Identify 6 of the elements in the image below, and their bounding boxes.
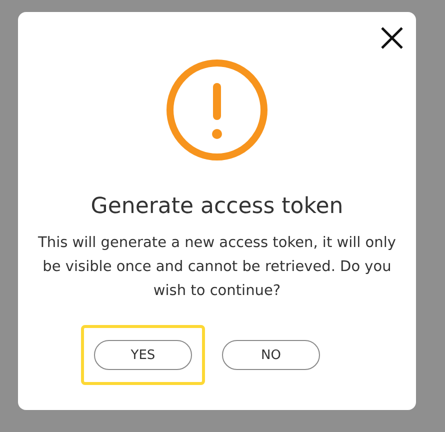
dialog-title: Generate access token (90, 194, 344, 219)
warning-icon (165, 58, 269, 162)
dialog-message: This will generate a new access token, it will only be visible once and cannot be retrieved. Do you wish to continue? (37, 234, 397, 301)
yes-button[interactable]: YES (94, 340, 192, 370)
no-button[interactable]: NO (222, 340, 320, 370)
close-icon[interactable] (380, 26, 404, 50)
